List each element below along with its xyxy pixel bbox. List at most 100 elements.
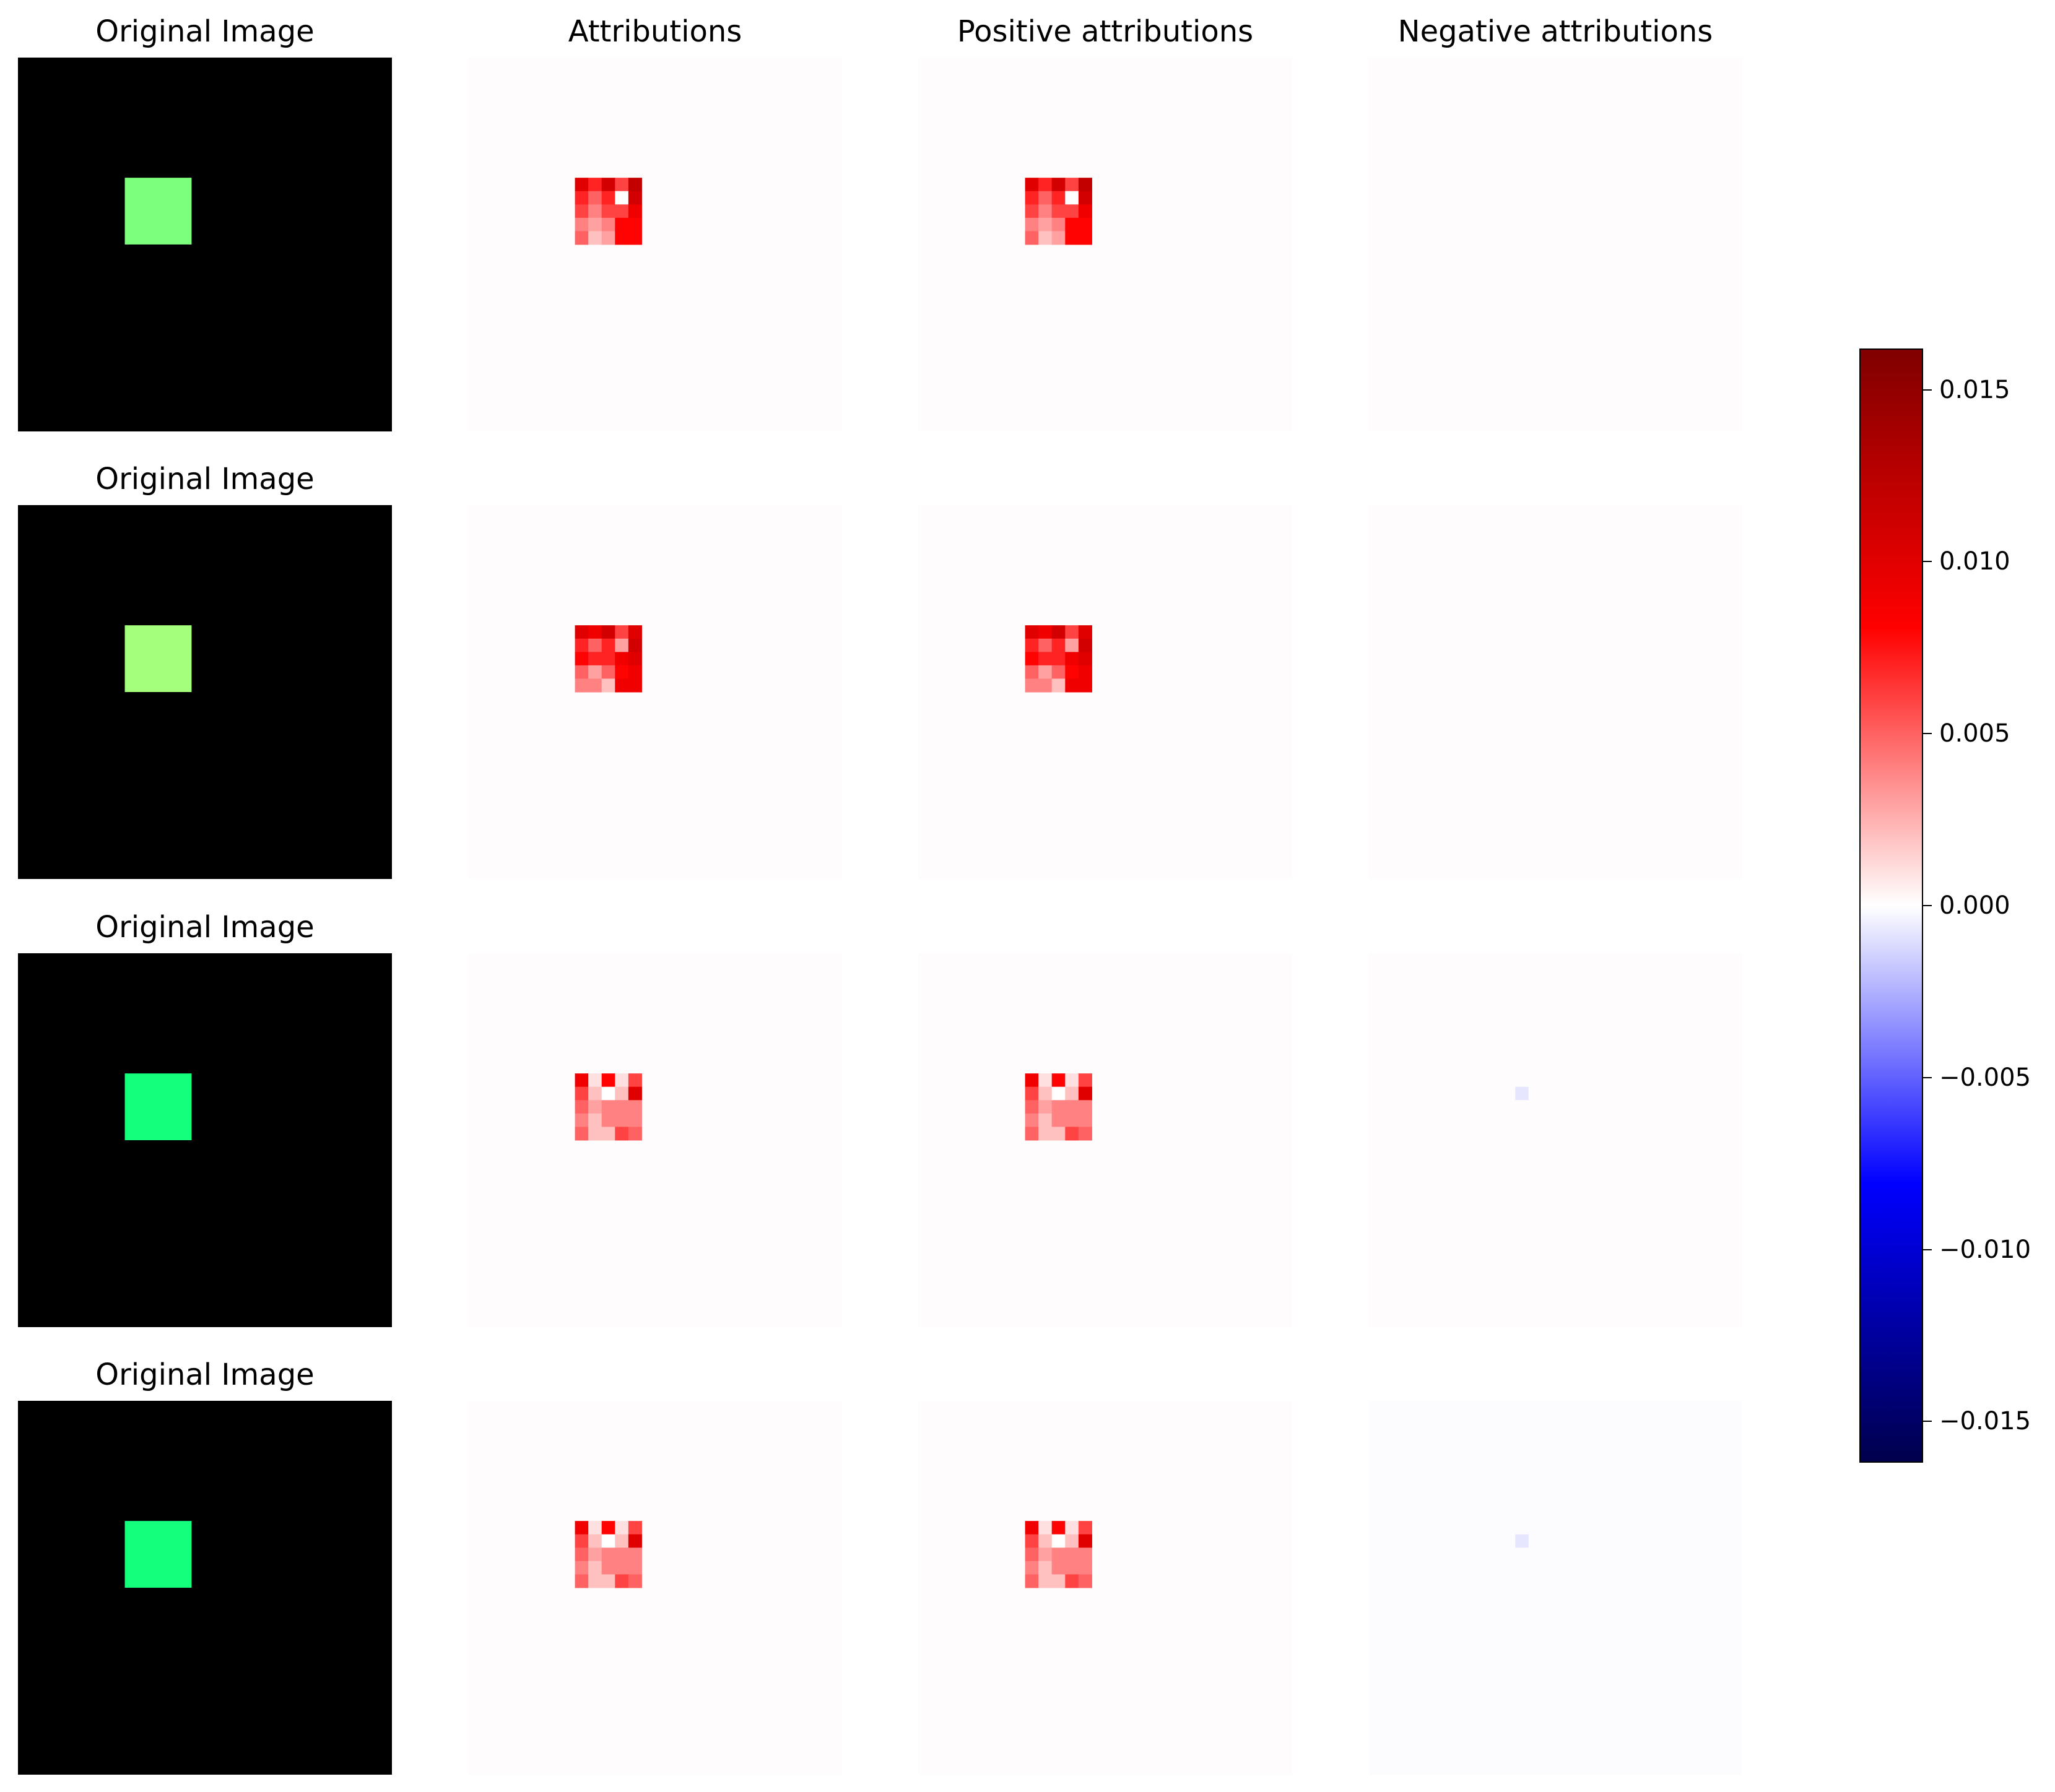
heatmap-cell bbox=[1078, 1560, 1092, 1575]
heatmap-cell bbox=[588, 1073, 602, 1088]
heatmap-cell bbox=[1051, 1547, 1066, 1562]
colorbar-tick-label: 0.000 bbox=[1939, 891, 2010, 920]
heatmap-cell bbox=[615, 1547, 629, 1562]
heatmap-cell bbox=[1038, 1127, 1053, 1141]
heatmap-cell bbox=[1078, 1574, 1092, 1588]
heatmap-cell bbox=[628, 1560, 642, 1575]
heatmap-cell bbox=[615, 678, 629, 693]
heatmap-cell bbox=[1065, 1073, 1079, 1088]
heatmap-cell bbox=[1038, 1574, 1053, 1588]
heatmap-cell bbox=[588, 217, 602, 232]
heatmap-cell bbox=[1051, 231, 1066, 245]
heatmap-cell bbox=[1051, 1100, 1066, 1114]
heatmap-cell bbox=[1065, 1560, 1079, 1575]
original-image-1 bbox=[18, 505, 392, 879]
colorbar-tick bbox=[1923, 561, 1932, 563]
heatmap-cell bbox=[588, 1127, 602, 1141]
heatmap-cell bbox=[628, 678, 642, 693]
heatmap-cell bbox=[588, 1521, 602, 1535]
colorbar-tick-label: −0.010 bbox=[1939, 1235, 2031, 1264]
heatmap-cell bbox=[588, 1534, 602, 1548]
heatmap-cell bbox=[601, 652, 615, 666]
heatmap-cell bbox=[601, 1560, 615, 1575]
heatmap-cell bbox=[1038, 1521, 1053, 1535]
heatmap-cell bbox=[1038, 204, 1053, 219]
colorbar-tick-label: 0.005 bbox=[1939, 719, 2010, 748]
heatmap-cell bbox=[601, 1127, 615, 1141]
colorbar-tick bbox=[1923, 1249, 1932, 1250]
heatmap-cell bbox=[1051, 191, 1066, 205]
heatmap-cell bbox=[1065, 178, 1079, 192]
heatmap-cell bbox=[1025, 1113, 1039, 1127]
heatmap-cell bbox=[601, 1521, 615, 1535]
heatmap-cell bbox=[575, 1100, 589, 1114]
heatmap-cell bbox=[575, 638, 589, 652]
heatmap-cell bbox=[1025, 1521, 1039, 1535]
heatmap-cell bbox=[615, 665, 629, 679]
heatmap-background bbox=[468, 953, 842, 1327]
image-patch bbox=[124, 1073, 192, 1140]
image-background bbox=[18, 1401, 392, 1775]
heatmap-cell bbox=[1025, 638, 1039, 652]
heatmap-cell bbox=[615, 204, 629, 219]
heatmap-cell bbox=[615, 1100, 629, 1114]
attribution-figure: Original Image Attributions Positive attri… bbox=[0, 0, 2055, 1792]
heatmap-cell bbox=[1025, 217, 1039, 232]
heatmap-cell bbox=[1025, 625, 1039, 639]
heatmap-cell bbox=[1051, 178, 1066, 192]
heatmap-cell bbox=[575, 217, 589, 232]
heatmap-cell bbox=[1078, 652, 1092, 666]
heatmap-cell bbox=[1078, 204, 1092, 219]
heatmap-cell bbox=[575, 625, 589, 639]
heatmap-cell bbox=[575, 191, 589, 205]
negative-attributions-3 bbox=[1368, 1401, 1742, 1775]
negative-attributions-2 bbox=[1368, 953, 1742, 1327]
heatmap-cell bbox=[1065, 625, 1079, 639]
heatmap-cell bbox=[1065, 1100, 1079, 1114]
heatmap-background bbox=[1368, 505, 1742, 879]
heatmap-cell bbox=[628, 178, 642, 192]
heatmap-cell bbox=[588, 1086, 602, 1101]
heatmap-cell bbox=[1051, 652, 1066, 666]
heatmap-background bbox=[1368, 953, 1742, 1327]
heatmap-cell bbox=[1065, 652, 1079, 666]
heatmap-cell bbox=[1051, 1521, 1066, 1535]
heatmap-cell bbox=[575, 1574, 589, 1588]
heatmap-cell bbox=[588, 652, 602, 666]
heatmap-cell bbox=[601, 1113, 615, 1127]
heatmap-background bbox=[918, 58, 1292, 431]
heatmap-cell bbox=[1065, 1574, 1079, 1588]
column-title-0: Original Image bbox=[95, 14, 315, 49]
heatmap-cell bbox=[1038, 191, 1053, 205]
heatmap-cell bbox=[1065, 191, 1079, 205]
heatmap-cell bbox=[1038, 1560, 1053, 1575]
heatmap-cell bbox=[1038, 665, 1053, 679]
heatmap-cell bbox=[628, 1547, 642, 1562]
heatmap-cell bbox=[575, 1073, 589, 1088]
heatmap-cell bbox=[1038, 1113, 1053, 1127]
heatmap-cell bbox=[1078, 191, 1092, 205]
heatmap-cell bbox=[628, 1100, 642, 1114]
heatmap-cell bbox=[1078, 665, 1092, 679]
column-title-2: Positive attributions bbox=[957, 14, 1254, 49]
heatmap-cell bbox=[1051, 1113, 1066, 1127]
heatmap-cell bbox=[1065, 1113, 1079, 1127]
heatmap-cell bbox=[615, 1521, 629, 1535]
heatmap-cell bbox=[1051, 1086, 1066, 1101]
heatmap-cell bbox=[628, 191, 642, 205]
positive-attributions-3 bbox=[918, 1401, 1292, 1775]
heatmap-cell bbox=[601, 217, 615, 232]
heatmap-cell bbox=[1025, 665, 1039, 679]
heatmap-cell bbox=[1038, 678, 1053, 693]
heatmap-cell bbox=[601, 1534, 615, 1548]
heatmap-cell bbox=[1025, 678, 1039, 693]
row-title-1: Original Image bbox=[95, 462, 315, 496]
heatmap-cell bbox=[1038, 1534, 1053, 1548]
heatmap-cell bbox=[1065, 665, 1079, 679]
heatmap-cell bbox=[1078, 1073, 1092, 1088]
heatmap-cell bbox=[615, 1113, 629, 1127]
heatmap-cell bbox=[628, 204, 642, 219]
row-title-3: Original Image bbox=[95, 1357, 315, 1392]
heatmap-cell bbox=[1051, 217, 1066, 232]
heatmap-cell bbox=[1025, 1073, 1039, 1088]
